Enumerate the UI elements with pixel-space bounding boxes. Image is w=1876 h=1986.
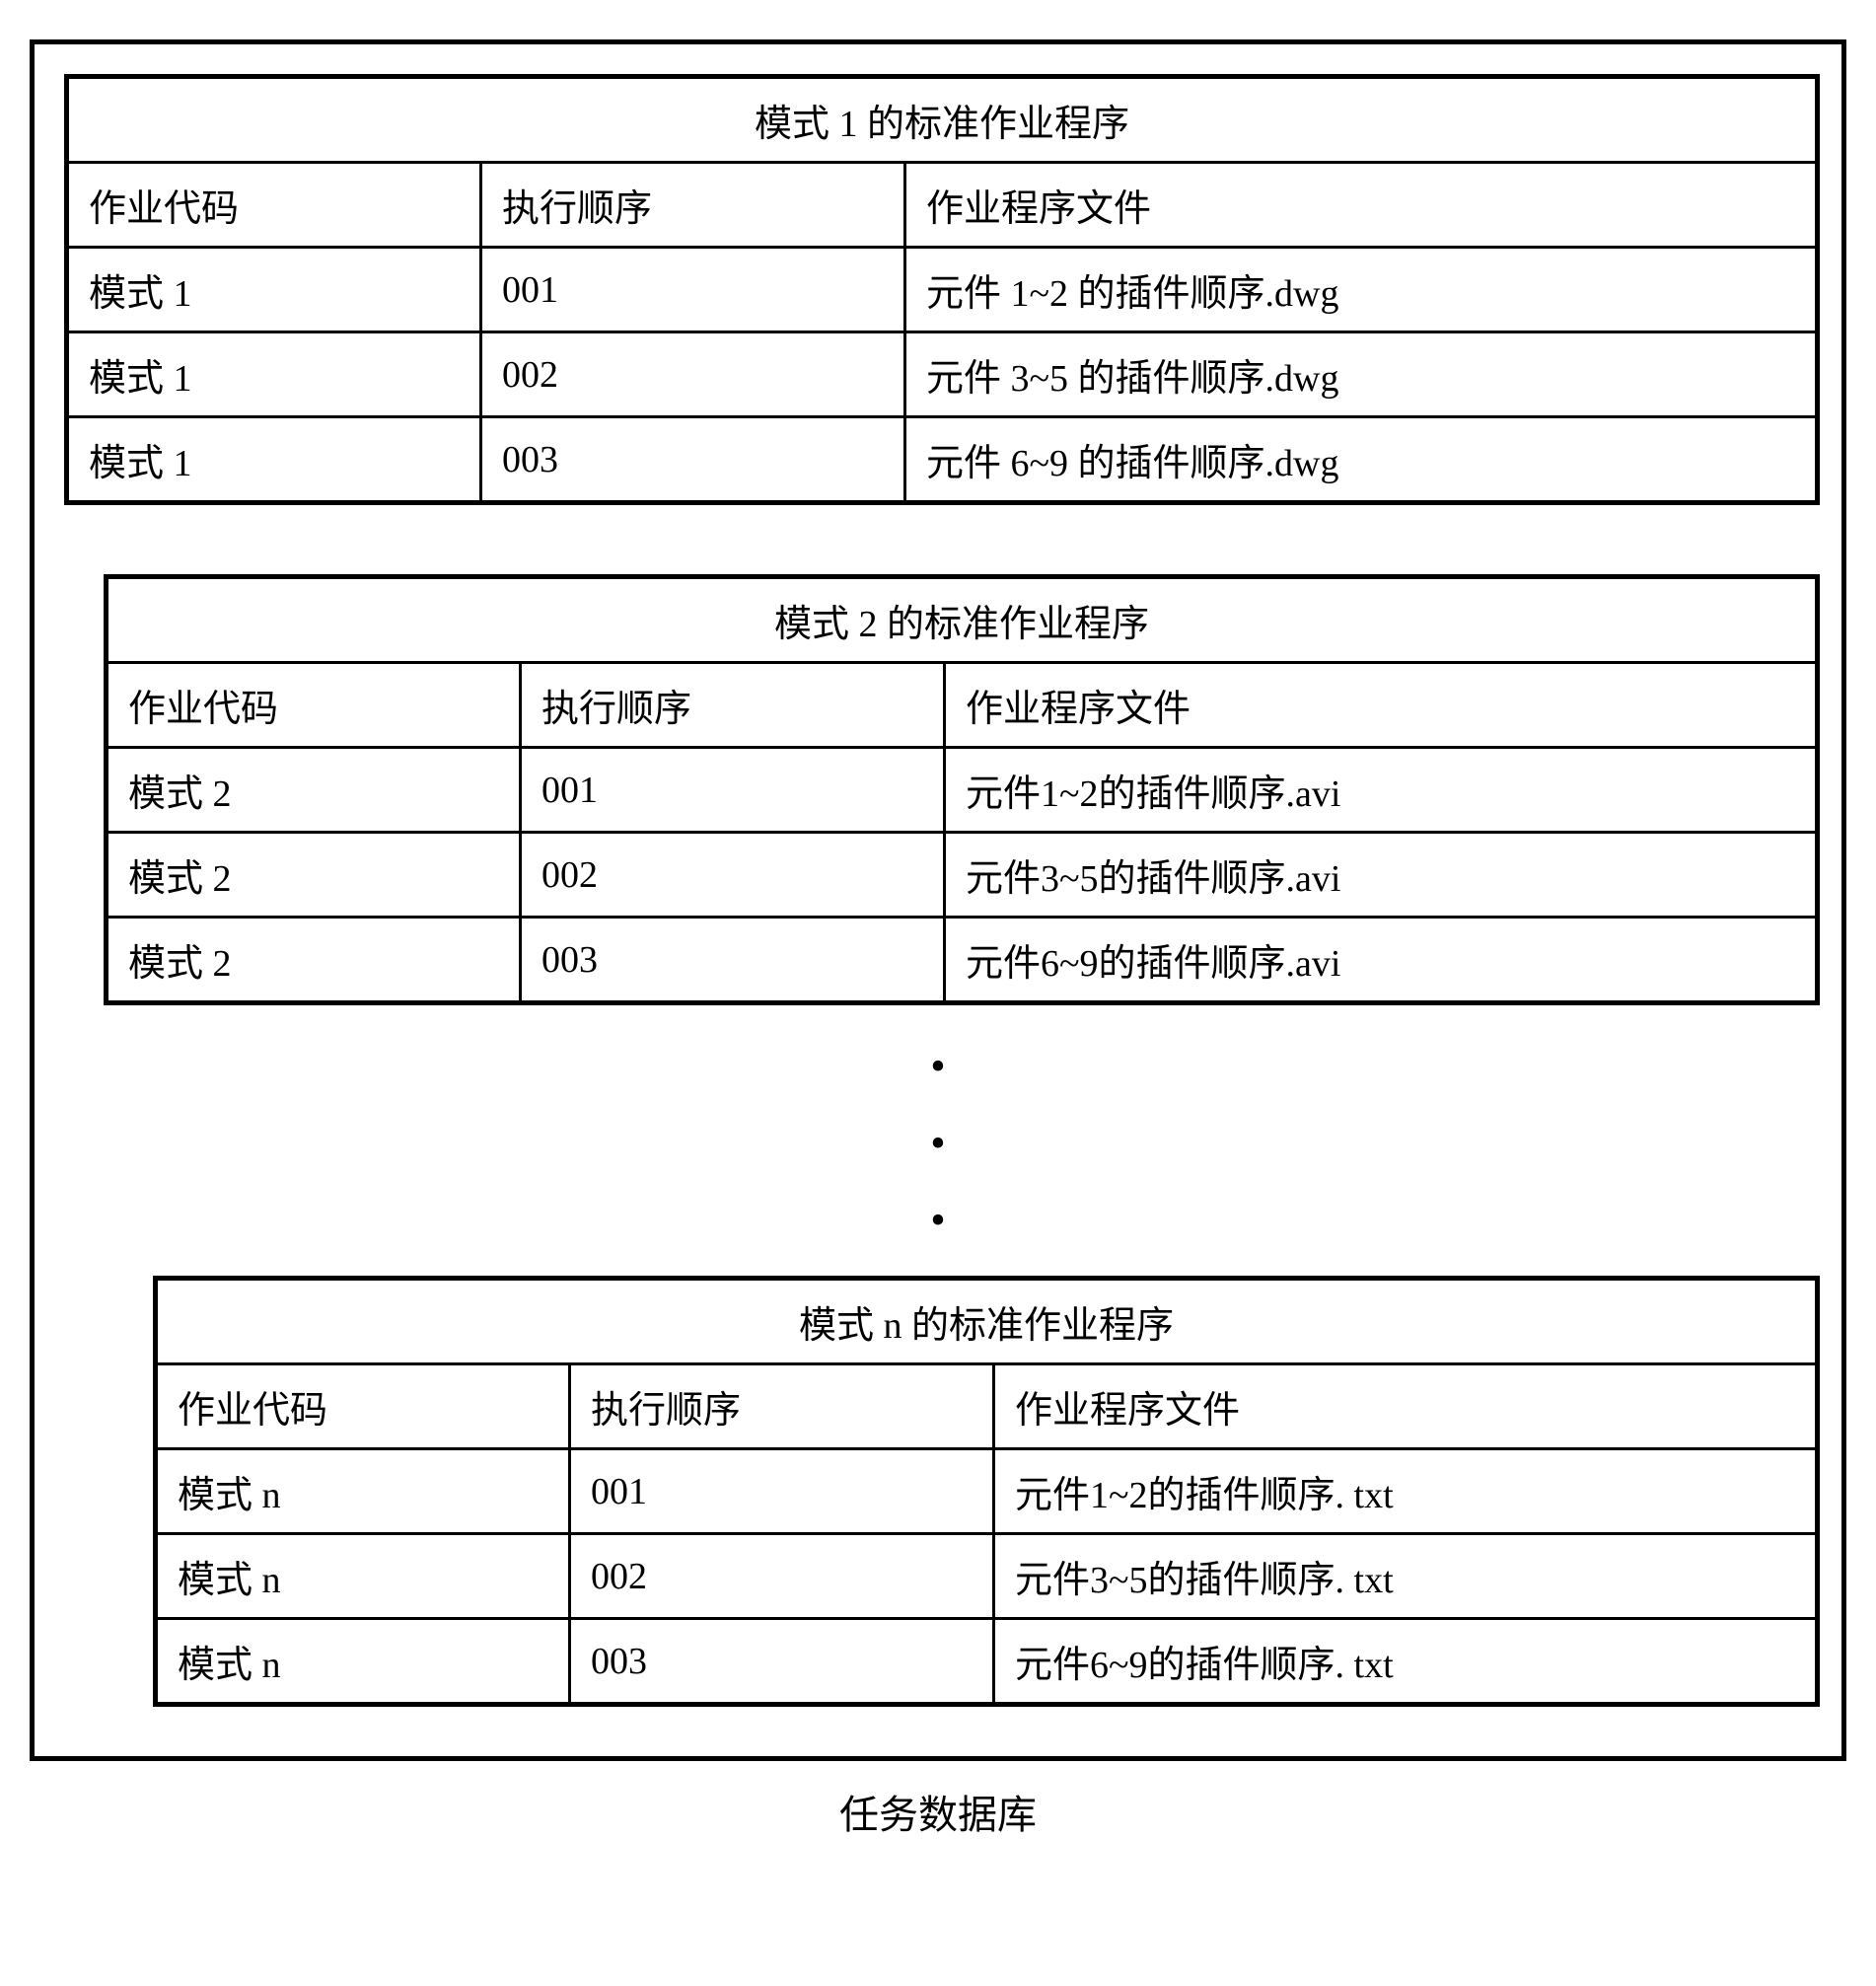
table-title: 模式 1 的标准作业程序 bbox=[67, 77, 1818, 163]
cell-code: 模式 n bbox=[156, 1619, 570, 1705]
table-row: 模式 2 002 元件3~5的插件顺序.avi bbox=[107, 833, 1818, 918]
cell-file: 元件3~5的插件顺序. txt bbox=[994, 1534, 1818, 1619]
cell-file: 元件 1~2 的插件顺序.dwg bbox=[905, 248, 1818, 332]
cell-code: 模式 2 bbox=[107, 833, 521, 918]
cell-order: 001 bbox=[521, 748, 945, 833]
page: 模式 1 的标准作业程序 作业代码 执行顺序 作业程序文件 模式 1 001 元… bbox=[0, 0, 1876, 1879]
header-code: 作业代码 bbox=[67, 163, 481, 248]
table-title: 模式 n 的标准作业程序 bbox=[156, 1279, 1818, 1364]
sop-table-mode-2: 模式 2 的标准作业程序 作业代码 执行顺序 作业程序文件 模式 2 001 元… bbox=[104, 574, 1820, 1005]
header-file: 作业程序文件 bbox=[905, 163, 1818, 248]
cell-file: 元件6~9的插件顺序. txt bbox=[994, 1619, 1818, 1705]
cell-order: 003 bbox=[521, 918, 945, 1003]
table-title: 模式 2 的标准作业程序 bbox=[107, 577, 1818, 663]
database-container: 模式 1 的标准作业程序 作业代码 执行顺序 作业程序文件 模式 1 001 元… bbox=[30, 39, 1846, 1761]
cell-file: 元件1~2的插件顺序.avi bbox=[945, 748, 1818, 833]
cell-code: 模式 1 bbox=[67, 332, 481, 417]
sop-table-mode-n: 模式 n 的标准作业程序 作业代码 执行顺序 作业程序文件 模式 n 001 元… bbox=[153, 1276, 1820, 1707]
cell-file: 元件6~9的插件顺序.avi bbox=[945, 918, 1818, 1003]
table-row: 模式 1 003 元件 6~9 的插件顺序.dwg bbox=[67, 417, 1818, 503]
cell-file: 元件3~5的插件顺序.avi bbox=[945, 833, 1818, 918]
header-code: 作业代码 bbox=[107, 663, 521, 748]
header-order: 执行顺序 bbox=[521, 663, 945, 748]
header-code: 作业代码 bbox=[156, 1364, 570, 1449]
header-file: 作业程序文件 bbox=[945, 663, 1818, 748]
sop-table-mode-1: 模式 1 的标准作业程序 作业代码 执行顺序 作业程序文件 模式 1 001 元… bbox=[64, 74, 1820, 505]
cell-file: 元件 3~5 的插件顺序.dwg bbox=[905, 332, 1818, 417]
database-caption: 任务数据库 bbox=[30, 1783, 1846, 1840]
table-row: 模式 1 001 元件 1~2 的插件顺序.dwg bbox=[67, 248, 1818, 332]
cell-code: 模式 n bbox=[156, 1534, 570, 1619]
cell-file: 元件1~2的插件顺序. txt bbox=[994, 1449, 1818, 1534]
table-row: 模式 n 003 元件6~9的插件顺序. txt bbox=[156, 1619, 1818, 1705]
cell-order: 002 bbox=[521, 833, 945, 918]
cell-order: 002 bbox=[570, 1534, 994, 1619]
cell-code: 模式 2 bbox=[107, 748, 521, 833]
cell-code: 模式 n bbox=[156, 1449, 570, 1534]
table-row: 模式 1 002 元件 3~5 的插件顺序.dwg bbox=[67, 332, 1818, 417]
cell-order: 003 bbox=[570, 1619, 994, 1705]
cell-order: 002 bbox=[481, 332, 905, 417]
header-file: 作业程序文件 bbox=[994, 1364, 1818, 1449]
cell-file: 元件 6~9 的插件顺序.dwg bbox=[905, 417, 1818, 503]
cell-code: 模式 1 bbox=[67, 248, 481, 332]
table-row: 模式 n 001 元件1~2的插件顺序. txt bbox=[156, 1449, 1818, 1534]
table-row: 模式 2 001 元件1~2的插件顺序.avi bbox=[107, 748, 1818, 833]
cell-code: 模式 1 bbox=[67, 417, 481, 503]
cell-order: 001 bbox=[570, 1449, 994, 1534]
header-order: 执行顺序 bbox=[570, 1364, 994, 1449]
header-order: 执行顺序 bbox=[481, 163, 905, 248]
table-row: 模式 n 002 元件3~5的插件顺序. txt bbox=[156, 1534, 1818, 1619]
table-row: 模式 2 003 元件6~9的插件顺序.avi bbox=[107, 918, 1818, 1003]
cell-order: 003 bbox=[481, 417, 905, 503]
cell-order: 001 bbox=[481, 248, 905, 332]
ellipsis-icon: ••• bbox=[64, 1045, 1812, 1242]
cell-code: 模式 2 bbox=[107, 918, 521, 1003]
